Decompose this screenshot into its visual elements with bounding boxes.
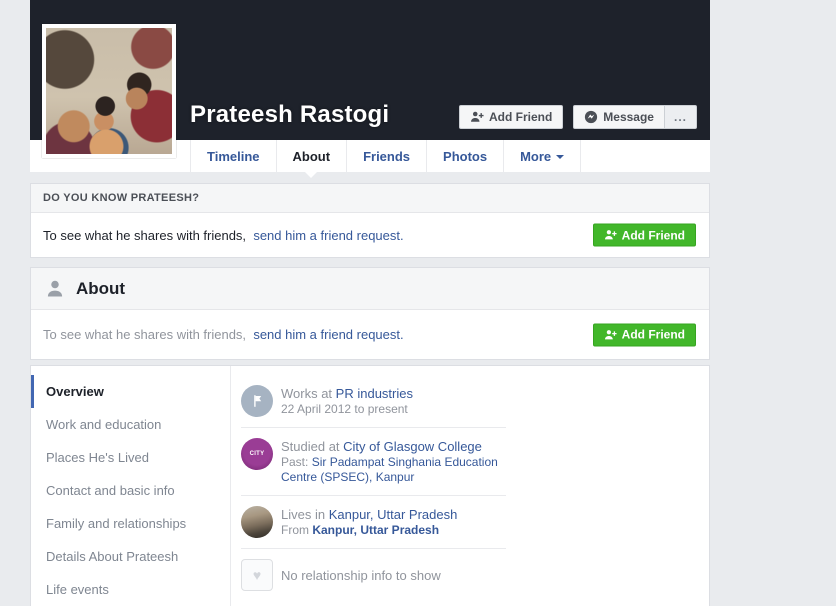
education-prefix: Studied at xyxy=(281,439,344,454)
heart-icon: ♥ xyxy=(241,559,273,591)
work-link[interactable]: PR industries xyxy=(336,386,413,401)
work-prefix: Works at xyxy=(281,386,336,401)
do-you-know-body: To see what he shares with friends, send… xyxy=(31,213,709,257)
from-link[interactable]: Kanpur, Uttar Pradesh xyxy=(312,523,439,537)
tab-about[interactable]: About xyxy=(275,140,347,178)
sidebar-item-places-lived[interactable]: Places He's Lived xyxy=(31,441,230,474)
sidebar-item-label: Work and education xyxy=(46,417,162,432)
sidebar-item-label: Life events xyxy=(46,582,109,597)
work-info-row: Works at PR industries 22 April 2012 to … xyxy=(241,375,506,428)
share-info-text: To see what he shares with friends, send… xyxy=(43,327,404,342)
tab-friends-label: Friends xyxy=(363,148,411,164)
sidebar-item-contact-basic-info[interactable]: Contact and basic info xyxy=(31,474,230,507)
tab-timeline[interactable]: Timeline xyxy=(190,140,276,172)
add-friend-label: Add Friend xyxy=(488,110,553,124)
sidebar-item-work-education[interactable]: Work and education xyxy=(31,408,230,441)
education-past-link[interactable]: Sir Padampat Singhania Education Centre … xyxy=(281,455,498,484)
overview-content: Works at PR industries 22 April 2012 to … xyxy=(231,366,709,606)
person-plus-icon xyxy=(604,229,617,242)
add-friend-green-label: Add Friend xyxy=(621,228,685,242)
tab-more-label: More xyxy=(520,148,552,164)
sidebar-item-label: Places He's Lived xyxy=(46,450,149,465)
messenger-icon xyxy=(584,110,598,124)
flag-icon xyxy=(241,385,273,417)
do-you-know-header: DO YOU KNOW PRATEESH? xyxy=(31,184,709,213)
add-friend-button-green[interactable]: Add Friend xyxy=(592,323,696,346)
lives-prefix: Lives in xyxy=(281,507,329,522)
sidebar-item-label: Details About Prateesh xyxy=(46,549,179,564)
lives-info-row: Lives in Kanpur, Uttar Pradesh From Kanp… xyxy=(241,496,506,549)
person-plus-icon xyxy=(604,328,617,341)
profile-photo-image xyxy=(46,28,172,154)
sidebar-item-label: Family and relationships xyxy=(46,516,187,531)
work-dates: 22 April 2012 to present xyxy=(281,402,408,416)
tab-photos-label: Photos xyxy=(443,148,488,164)
profile-page: Prateesh Rastogi Add Friend Message ... … xyxy=(30,0,710,606)
city-of-glasgow-logo: CITY xyxy=(241,438,273,470)
tab-friends[interactable]: Friends xyxy=(346,140,426,172)
about-section-header: About xyxy=(31,268,709,310)
more-options-button[interactable]: ... xyxy=(663,105,697,129)
lives-info-text: Lives in Kanpur, Uttar Pradesh From Kanp… xyxy=(281,506,457,538)
chevron-down-icon xyxy=(556,155,565,159)
heart-glyph: ♥ xyxy=(252,567,262,583)
person-plus-icon xyxy=(470,110,484,124)
relationship-status-text: No relationship info to show xyxy=(281,567,441,583)
person-silhouette-icon xyxy=(45,279,65,299)
tab-timeline-label: Timeline xyxy=(207,148,260,164)
about-content-box: Overview Work and education Places He's … xyxy=(30,365,710,606)
sidebar-item-details-about[interactable]: Details About Prateesh xyxy=(31,540,230,573)
sidebar-item-family-relationships[interactable]: Family and relationships xyxy=(31,507,230,540)
education-info-text: Studied at City of Glasgow College Past:… xyxy=(281,438,506,485)
relationship-info-row: ♥ No relationship info to show xyxy=(241,549,506,601)
about-section: About To see what he shares with friends… xyxy=(30,267,710,360)
tab-photos[interactable]: Photos xyxy=(426,140,503,172)
friend-request-link[interactable]: send him a friend request. xyxy=(253,228,403,243)
message-button[interactable]: Message xyxy=(573,105,665,129)
tab-more[interactable]: More xyxy=(503,140,582,172)
lives-link[interactable]: Kanpur, Uttar Pradesh xyxy=(329,507,458,522)
add-friend-green-label: Add Friend xyxy=(621,327,685,342)
do-you-know-section: DO YOU KNOW PRATEESH? To see what he sha… xyxy=(30,183,710,258)
sidebar-item-life-events[interactable]: Life events xyxy=(31,573,230,606)
city-photo-icon xyxy=(241,506,273,538)
share-info-static: To see what he shares with friends, xyxy=(43,227,247,243)
sidebar-item-label: Contact and basic info xyxy=(46,483,175,498)
education-link[interactable]: City of Glasgow College xyxy=(343,439,482,454)
ellipsis-icon: ... xyxy=(673,110,687,124)
from-prefix: From xyxy=(281,523,313,537)
share-info-static: To see what he shares with friends, xyxy=(43,327,247,342)
message-label: Message xyxy=(603,110,654,124)
share-info-text: To see what he shares with friends, send… xyxy=(43,228,404,243)
tab-about-label: About xyxy=(292,148,331,164)
cover-actions: Add Friend Message ... xyxy=(458,105,697,129)
education-logo-text: CITY xyxy=(249,451,265,457)
friend-request-link[interactable]: send him a friend request. xyxy=(253,327,403,342)
about-nav-sidebar: Overview Work and education Places He's … xyxy=(31,366,231,606)
sidebar-item-overview[interactable]: Overview xyxy=(31,375,230,408)
about-section-body: To see what he shares with friends, send… xyxy=(31,310,709,359)
work-info-text: Works at PR industries 22 April 2012 to … xyxy=(281,385,413,417)
page-title: Prateesh Rastogi xyxy=(190,101,390,128)
sidebar-item-label: Overview xyxy=(46,384,104,399)
add-friend-button[interactable]: Add Friend xyxy=(458,105,564,129)
about-section-title: About xyxy=(76,278,126,298)
add-friend-button-green[interactable]: Add Friend xyxy=(592,223,696,247)
profile-photo[interactable] xyxy=(42,24,176,158)
education-past-prefix: Past: xyxy=(281,455,312,469)
education-info-row: CITY Studied at City of Glasgow College … xyxy=(241,428,506,496)
